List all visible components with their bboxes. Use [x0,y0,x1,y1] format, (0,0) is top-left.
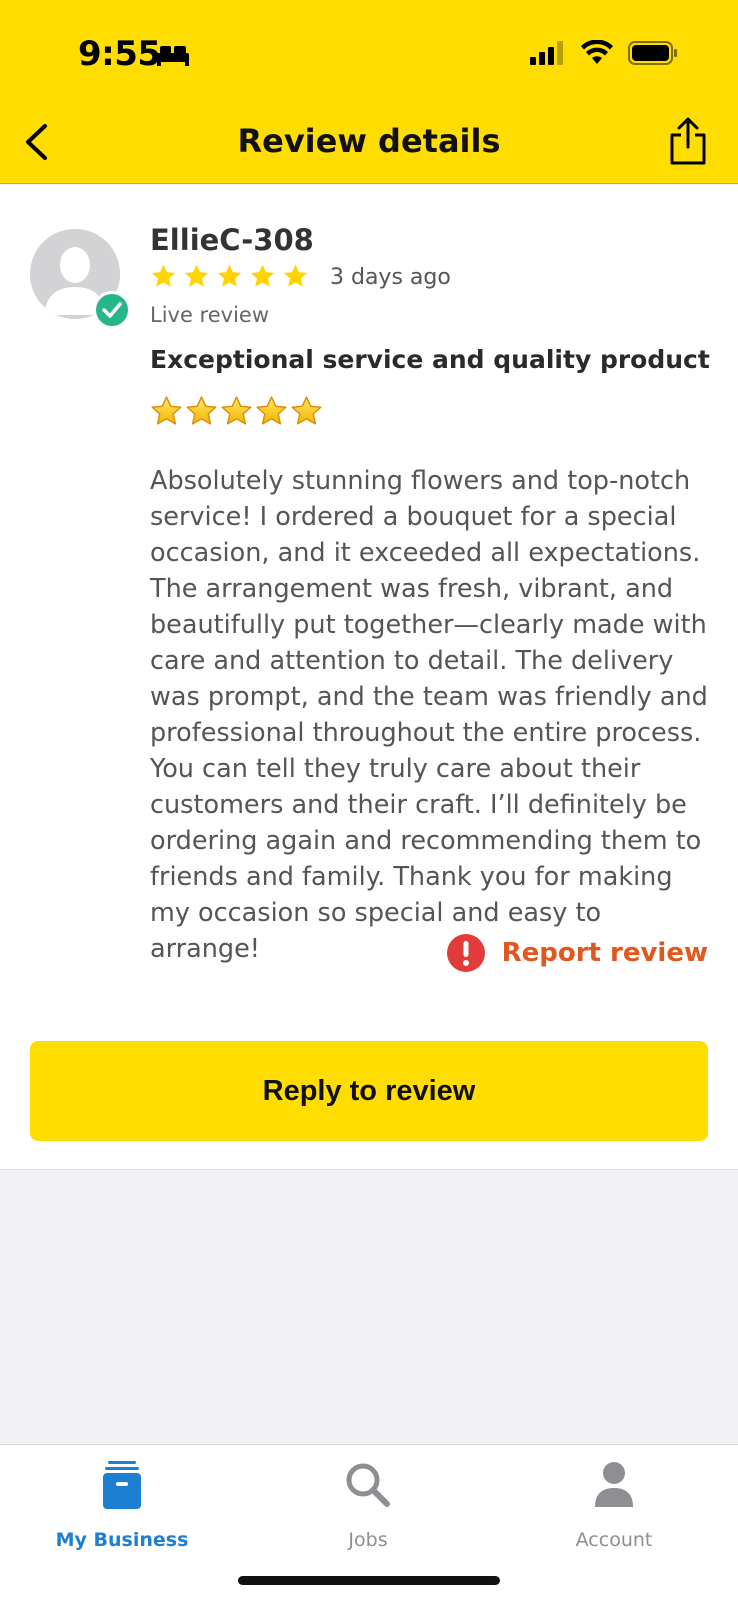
star-icon [151,264,176,287]
star-emoji-icon [221,396,252,425]
review-title: Exceptional service and quality product [150,345,710,374]
tab-account[interactable]: Account [514,1455,714,1551]
share-icon [670,117,706,165]
review-card: EllieC-308 3 days ago Live review Except… [0,185,738,1170]
battery-icon [628,41,678,69]
star-emoji-icon [291,396,322,425]
checkmark-icon [102,302,122,318]
person-icon [595,1462,633,1507]
verified-badge [93,291,131,329]
tab-label: My Business [55,1529,189,1551]
star-emoji-icon [151,396,182,425]
report-review-link[interactable]: Report review [446,933,708,973]
status-time: 9:55 [78,34,161,74]
star-emoji-icon [256,396,287,425]
search-icon [346,1463,390,1507]
tab-label: Account [575,1529,653,1551]
review-status: Live review [150,303,270,327]
sleep-focus-icon [156,44,190,70]
share-button[interactable] [664,114,712,168]
star-emoji-icon [186,396,217,425]
star-icon [184,264,209,287]
page-title: Review details [237,122,501,160]
status-indicators [530,39,678,70]
home-indicator [238,1576,500,1585]
review-time: 3 days ago [330,265,451,290]
star-rating [150,263,309,290]
star-icon [283,264,308,287]
app-header: 9:55 Review details [0,0,738,184]
emoji-stars [150,395,323,428]
report-review-label: Report review [501,938,708,968]
star-icon [250,264,275,287]
wifi-icon [580,39,614,70]
business-box-icon [103,1461,141,1509]
review-body: Absolutely stunning flowers and top-notc… [150,466,708,964]
reply-to-review-button[interactable]: Reply to review [30,1041,708,1141]
tab-jobs[interactable]: Jobs [268,1455,468,1551]
reviewer-name: EllieC-308 [150,223,314,257]
cellular-signal-icon [530,41,566,69]
alert-icon [446,934,485,972]
tab-label: Jobs [348,1529,388,1551]
star-icon [217,264,242,287]
tab-my-business[interactable]: My Business [22,1455,222,1551]
